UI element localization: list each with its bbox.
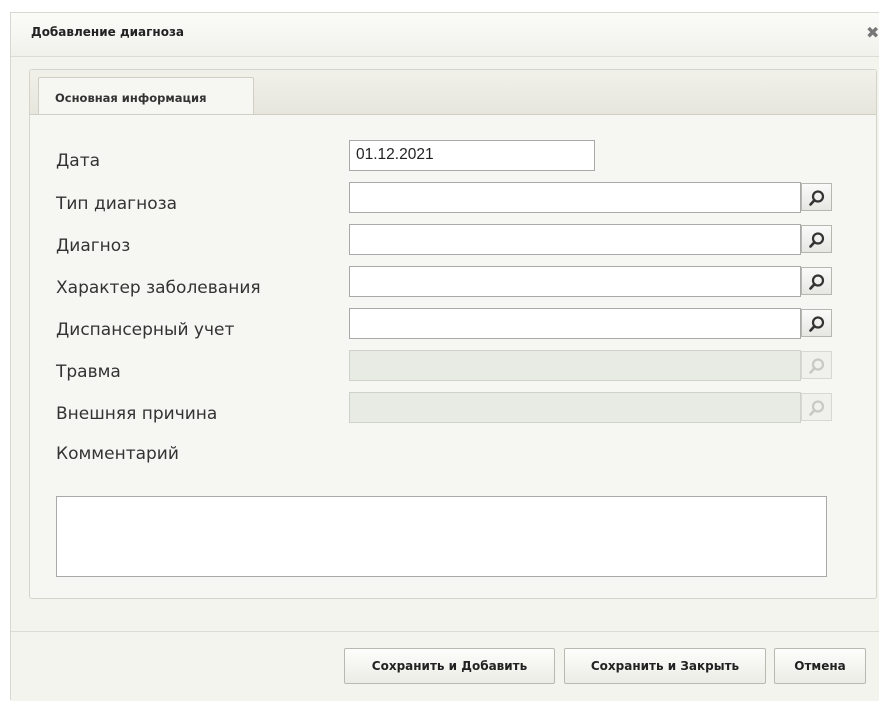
external-cause-lookup-button (801, 393, 832, 421)
date-label: Дата (56, 151, 101, 171)
dispensary-label: Диспансерный учет (56, 320, 235, 340)
diagnosis-label: Диагноз (56, 236, 131, 256)
form-panel: Основная информация Дата 01.12.2021 Тип … (29, 69, 877, 599)
disease-nature-field[interactable] (349, 266, 801, 297)
save-and-add-button[interactable]: Сохранить и Добавить (344, 648, 555, 684)
search-icon (809, 400, 825, 416)
dispensary-field[interactable] (349, 308, 801, 339)
tab-label: Основная информация (55, 91, 207, 105)
close-icon[interactable]: ✖ (866, 23, 879, 42)
diagnosis-field[interactable] (349, 224, 801, 255)
dialog-title: Добавление диагноза (31, 25, 185, 39)
injury-label: Травма (56, 362, 121, 382)
tab-strip: Основная информация (30, 70, 876, 115)
disease-nature-label: Характер заболевания (56, 278, 261, 298)
diagnosis-type-field[interactable] (349, 182, 801, 213)
external-cause-label: Внешняя причина (56, 404, 218, 424)
cancel-button[interactable]: Отмена (774, 648, 866, 684)
injury-lookup-button (801, 351, 832, 379)
diagnosis-type-label: Тип диагноза (56, 194, 178, 214)
external-cause-field (349, 392, 801, 423)
diagnosis-type-lookup-button[interactable] (801, 183, 832, 211)
disease-nature-lookup-button[interactable] (801, 267, 832, 295)
dialog-footer: Сохранить и Добавить Сохранить и Закрыть… (11, 631, 879, 701)
injury-field (349, 350, 801, 381)
comment-textarea[interactable] (56, 496, 827, 577)
search-icon (809, 232, 825, 248)
search-icon (809, 190, 825, 206)
search-icon (809, 358, 825, 374)
search-icon (809, 274, 825, 290)
add-diagnosis-dialog: Добавление диагноза ✖ Основная информаци… (10, 12, 879, 701)
comment-label: Комментарий (56, 444, 179, 464)
dispensary-lookup-button[interactable] (801, 309, 832, 337)
dialog-titlebar: Добавление диагноза ✖ (11, 13, 879, 57)
search-icon (809, 316, 825, 332)
diagnosis-lookup-button[interactable] (801, 225, 832, 253)
save-and-close-button[interactable]: Сохранить и Закрыть (564, 648, 766, 684)
tab-main-info[interactable]: Основная информация (38, 77, 254, 114)
date-field[interactable]: 01.12.2021 (349, 140, 595, 171)
